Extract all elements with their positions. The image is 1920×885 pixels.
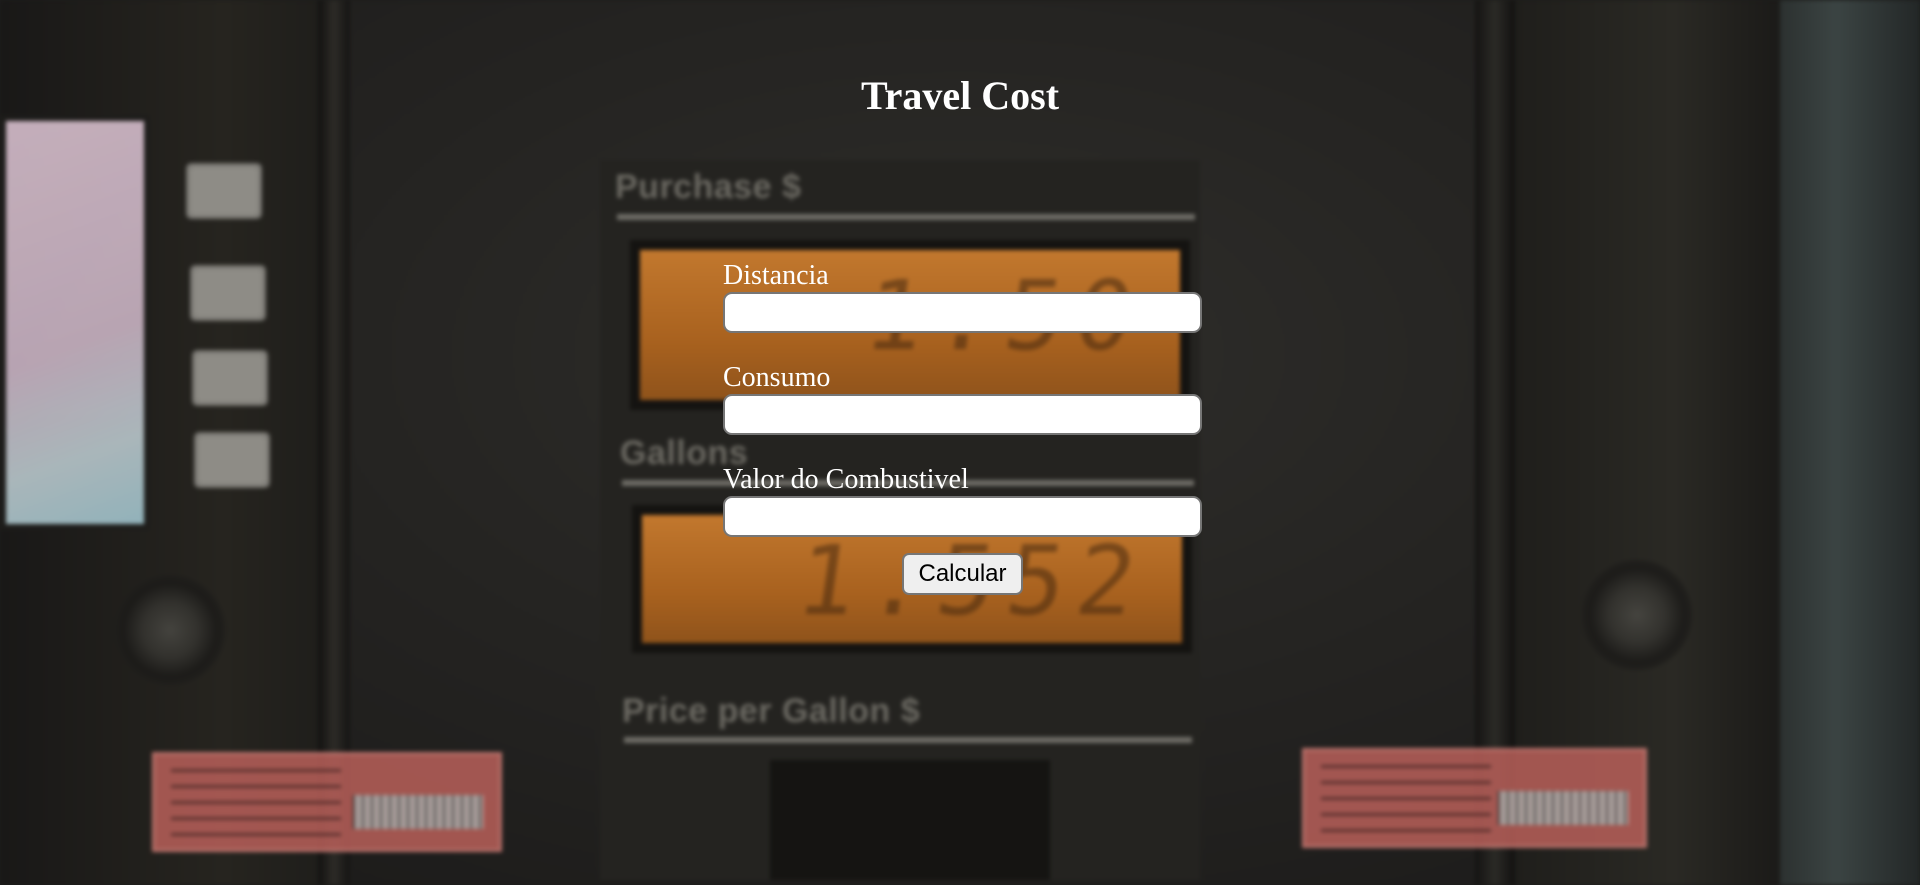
consumption-input[interactable] xyxy=(723,394,1202,435)
fuel-price-label: Valor do Combustivel xyxy=(723,464,969,495)
distance-label: Distancia xyxy=(723,260,829,291)
pump-sticker xyxy=(152,752,502,852)
pump-key xyxy=(194,432,270,488)
page-title: Travel Cost xyxy=(860,73,1060,118)
pump-screen xyxy=(0,115,150,530)
pump-bolt xyxy=(115,575,225,685)
pump-key xyxy=(190,265,266,321)
pump-rule xyxy=(617,214,1195,220)
pump-key xyxy=(192,350,268,406)
pump-sticker xyxy=(1302,748,1647,848)
pump-purchase-label: Purchase $ xyxy=(615,168,802,206)
pump-key xyxy=(186,163,262,219)
distance-input[interactable] xyxy=(723,292,1202,333)
pump-rule xyxy=(624,737,1192,743)
fuel-price-input[interactable] xyxy=(723,496,1202,537)
consumption-label: Consumo xyxy=(723,362,831,393)
button-row: Calcular xyxy=(723,553,1203,595)
pump-bolt xyxy=(1582,560,1692,670)
travel-cost-form: Distancia Consumo Valor do Combustivel C… xyxy=(723,260,1203,595)
pump-edge xyxy=(1780,0,1920,885)
calculate-button[interactable]: Calcular xyxy=(902,553,1023,595)
pump-slot xyxy=(770,760,1050,880)
pump-price-label: Price per Gallon $ xyxy=(622,692,921,730)
